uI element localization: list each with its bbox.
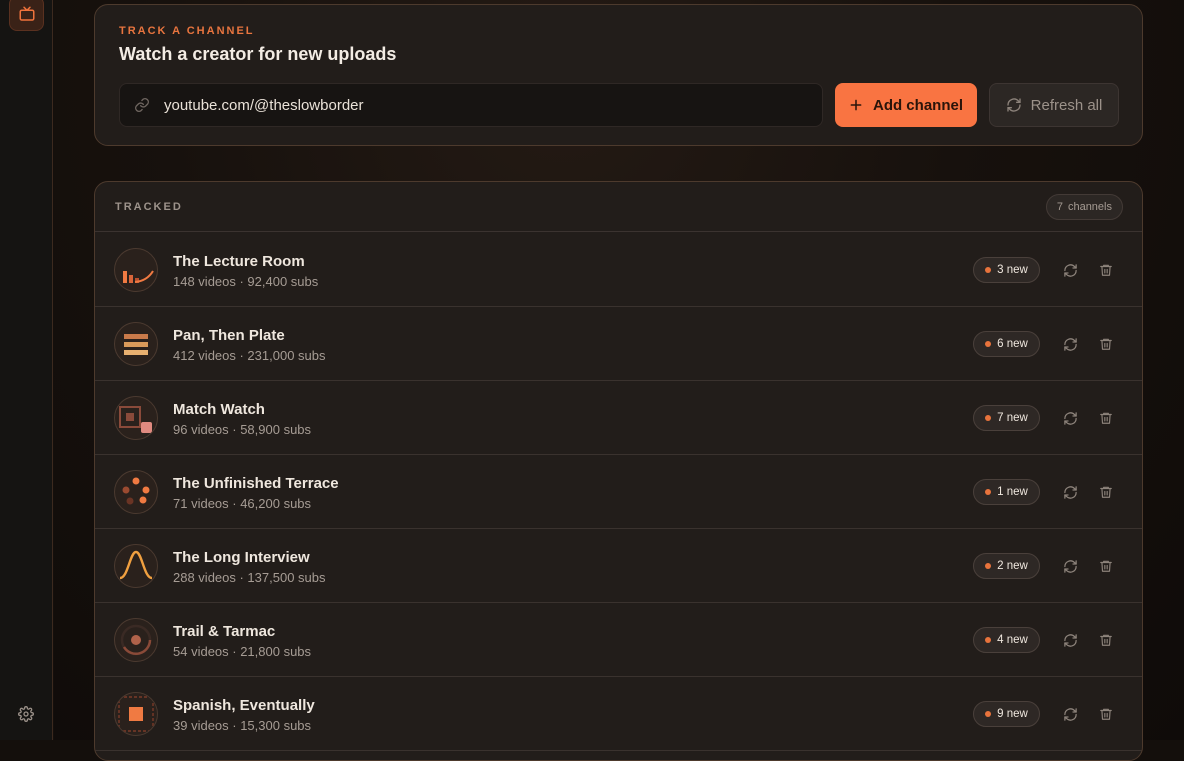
link-icon (134, 97, 150, 113)
channel-meta: 71 videos · 46,200 subs (173, 496, 312, 511)
new-count: 7 new (997, 412, 1028, 424)
channel-meta: 54 videos · 21,800 subs (173, 644, 312, 659)
channel-row[interactable]: Match Watch 96 videos · 58,900 subs 7 ne… (95, 381, 1142, 455)
refresh-icon[interactable] (1061, 483, 1079, 501)
refresh-icon[interactable] (1061, 705, 1079, 723)
trash-icon[interactable] (1097, 557, 1115, 575)
track-eyebrow: TRACK A CHANNEL (119, 25, 255, 37)
channel-row[interactable]: The Long Interview 288 videos · 137,500 … (95, 529, 1142, 603)
new-dot (985, 489, 992, 495)
channel-row[interactable]: The Unfinished Terrace 71 videos · 46,20… (95, 455, 1142, 529)
refresh-all-label: Refresh all (1030, 96, 1103, 114)
new-videos-badge: 2 new (973, 553, 1040, 579)
new-count: 6 new (997, 338, 1028, 350)
tracked-label: TRACKED (115, 201, 183, 213)
bars-curve-avatar (114, 248, 158, 292)
trash-icon[interactable] (1097, 261, 1115, 279)
new-videos-badge: 1 new (973, 479, 1040, 505)
tv-icon[interactable] (9, 0, 44, 31)
plus-icon (850, 99, 862, 111)
trash-icon[interactable] (1097, 335, 1115, 353)
new-dot (985, 711, 992, 717)
channel-url-field[interactable] (119, 83, 823, 127)
refresh-icon[interactable] (1061, 631, 1079, 649)
refresh-all-button[interactable]: Refresh all (989, 83, 1119, 127)
channel-count: 7 (1056, 201, 1063, 213)
refresh-icon[interactable] (1061, 409, 1079, 427)
new-count: 4 new (997, 634, 1028, 646)
track-title: Watch a creator for new uploads (119, 44, 397, 64)
trash-icon[interactable] (1097, 631, 1115, 649)
ring-avatar (114, 618, 158, 662)
channel-name: Spanish, Eventually (173, 697, 315, 714)
squares-avatar (114, 396, 158, 440)
settings-gear-icon[interactable] (17, 705, 35, 723)
channel-meta: 412 videos · 231,000 subs (173, 348, 326, 363)
new-count: 2 new (997, 560, 1028, 572)
new-videos-badge: 3 new (973, 257, 1040, 283)
framed-square-avatar (114, 692, 158, 736)
channel-row[interactable]: Pan, Then Plate 412 videos · 231,000 sub… (95, 307, 1142, 381)
trash-icon[interactable] (1097, 483, 1115, 501)
channel-list: The Lecture Room 148 videos · 92,400 sub… (95, 233, 1142, 751)
channel-meta: 39 videos · 15,300 subs (173, 718, 312, 733)
new-count: 3 new (997, 264, 1028, 276)
trash-icon[interactable] (1097, 705, 1115, 723)
channel-url-input[interactable] (164, 96, 804, 114)
refresh-icon[interactable] (1061, 335, 1079, 353)
channel-count-unit: channels (1067, 201, 1112, 213)
new-dot (985, 341, 992, 347)
channel-meta: 148 videos · 92,400 subs (173, 274, 319, 289)
channel-row[interactable]: Trail & Tarmac 54 videos · 21,800 subs 4… (95, 603, 1142, 677)
refresh-icon[interactable] (1061, 261, 1079, 279)
trash-icon[interactable] (1097, 409, 1115, 427)
channel-name: The Long Interview (173, 549, 310, 566)
add-channel-label: Add channel (872, 96, 963, 114)
channel-meta: 288 videos · 137,500 subs (173, 570, 326, 585)
channel-row[interactable]: The Lecture Room 148 videos · 92,400 sub… (95, 233, 1142, 307)
channel-name: Pan, Then Plate (173, 327, 285, 344)
main-area: TRACK A CHANNEL Watch a creator for new … (54, 0, 1184, 761)
stacked-bars-avatar (114, 322, 158, 366)
refresh-icon[interactable] (1061, 557, 1079, 575)
add-channel-button[interactable]: Add channel (835, 83, 977, 127)
channel-name: The Unfinished Terrace (173, 475, 339, 492)
new-videos-badge: 4 new (973, 627, 1040, 653)
nav-rail (0, 0, 53, 740)
new-dot (985, 563, 992, 569)
channel-count-badge: 7 channels (1045, 194, 1123, 220)
new-dot (985, 637, 992, 643)
channel-name: The Lecture Room (173, 253, 305, 270)
channel-name: Trail & Tarmac (173, 623, 276, 640)
tracked-header: TRACKED 7 channels (95, 182, 1142, 232)
bell-curve-avatar (114, 544, 158, 588)
new-count: 1 new (997, 486, 1028, 498)
new-videos-badge: 6 new (973, 331, 1040, 357)
new-count: 9 new (997, 708, 1028, 720)
new-dot (985, 267, 992, 273)
refresh-icon (1006, 98, 1021, 112)
channel-meta: 96 videos · 58,900 subs (173, 422, 312, 437)
new-videos-badge: 9 new (973, 701, 1040, 727)
channel-name: Match Watch (173, 401, 265, 418)
track-channel-card: TRACK A CHANNEL Watch a creator for new … (94, 4, 1143, 146)
new-dot (985, 415, 992, 421)
new-videos-badge: 7 new (973, 405, 1040, 431)
dots-avatar (114, 470, 158, 514)
tracked-channels-card: TRACKED 7 channels The Lecture Room 148 … (94, 181, 1143, 761)
